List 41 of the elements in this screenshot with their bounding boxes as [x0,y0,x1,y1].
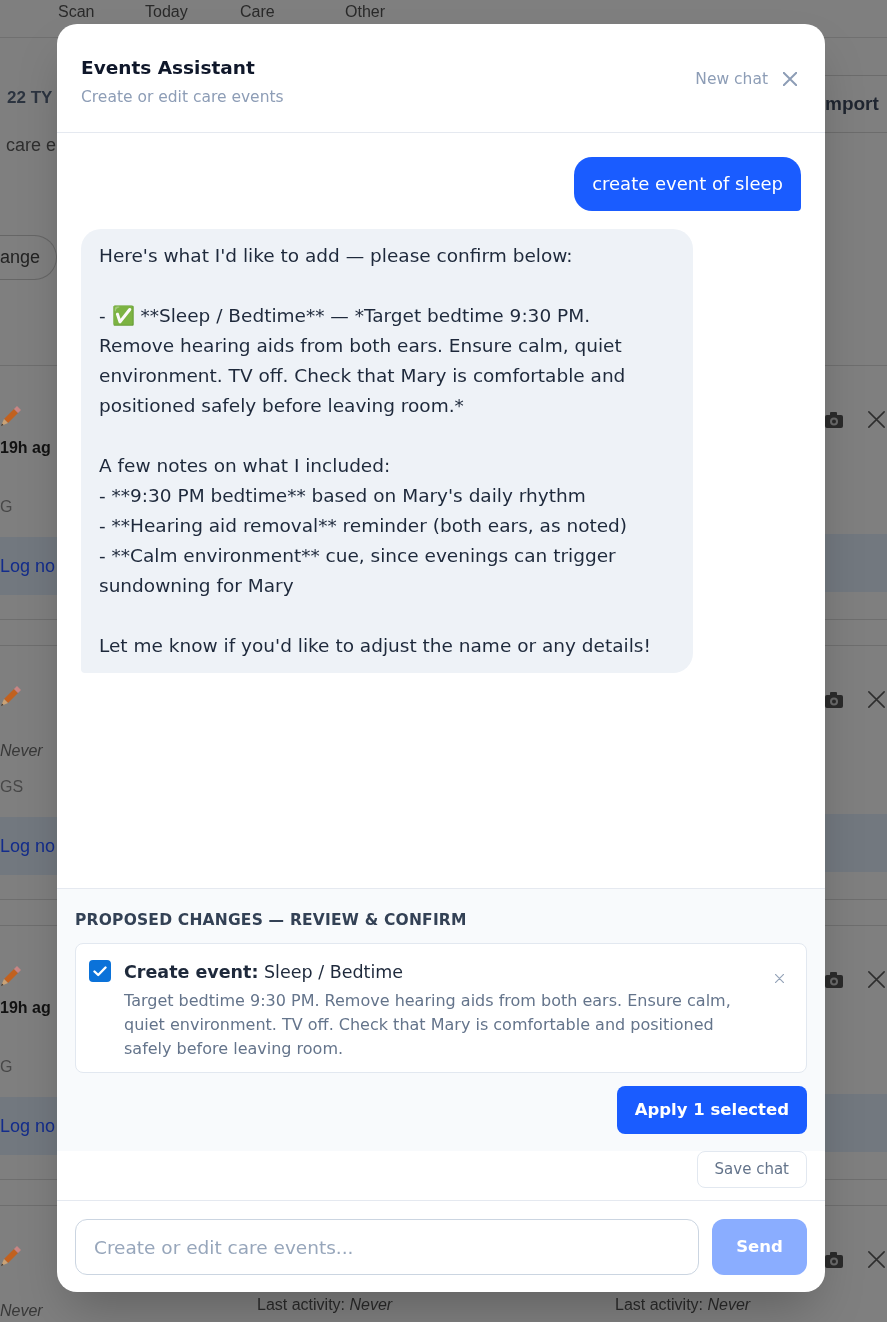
log-button[interactable]: Log no [0,537,57,595]
new-chat-button[interactable]: New chat [695,68,768,90]
camera-icon[interactable] [825,691,843,708]
camera-icon[interactable] [825,1251,843,1268]
change-description: Target bedtime 9:30 PM. Remove hearing aids from both ears. Ensure calm, quiet environment. TV off. Check that Mary is comfortable and positioned safely before leaving room. [124,990,732,1060]
close-icon[interactable] [868,1251,885,1268]
activity-time: 19h ag [0,438,51,458]
checkbox[interactable] [89,960,111,982]
apply-button[interactable]: Apply 1 selected [616,1086,807,1134]
camera-icon[interactable] [825,411,843,428]
assistant-message: Here's what I'd like to add — please confirm below: - ✅ **Sleep / Bedtime** — *Target bedtime 9:30 PM. Remove hearing aids from both ears. Ensure calm, quiet environment. TV off. Check that Mary is comfortable and positioned safely before leaving room.* A few notes on what I included: - **9:30 PM bedtime** based on Mary's daily rhythm - **Hearing aid removal** reminder (both ears, as noted) - **Calm environment** cue, since evenings can trigger sundowning for Mary Let me know if you'd like to adjust the name or any details! [81,229,693,673]
activity-text: Last activity: Never [257,1296,393,1313]
nav-tab[interactable]: Today [145,3,188,20]
message-input[interactable]: Create or edit care events... [75,1219,699,1275]
close-icon[interactable] [868,691,885,708]
camera-icon[interactable] [825,971,843,988]
save-chat-button[interactable]: Save chat [696,1151,807,1188]
activity-status: Never [0,741,43,761]
nav-tab[interactable]: Scan [58,3,95,20]
nav-tab[interactable]: Care [240,3,275,20]
nav-tab[interactable]: Other [345,3,385,20]
activity-status: Never [0,1301,43,1321]
tag-text: G [0,1057,13,1077]
tag-text: G [0,497,13,517]
change-title: Create event: Sleep / Bedtime [124,961,404,984]
dialog-subtitle: Create or edit care events [81,87,284,108]
activity-time: 19h ag [0,998,51,1018]
tag-text: GS [0,777,24,797]
section-subtitle: care e [6,134,57,157]
check-icon [93,965,107,977]
user-message: create event of sleep [574,157,801,211]
log-button[interactable]: Log no [0,817,57,875]
activity-text: Last activity: Never [615,1296,751,1313]
close-icon[interactable] [868,411,885,428]
log-button[interactable]: Log no [0,1097,57,1155]
close-icon[interactable] [775,974,784,983]
dialog-title: Events Assistant [81,56,255,80]
close-icon[interactable] [868,971,885,988]
section-heading: PROPOSED CHANGES — REVIEW & CONFIRM [75,910,467,931]
section-heading: 22 TY [7,87,53,109]
close-icon[interactable] [783,72,797,86]
